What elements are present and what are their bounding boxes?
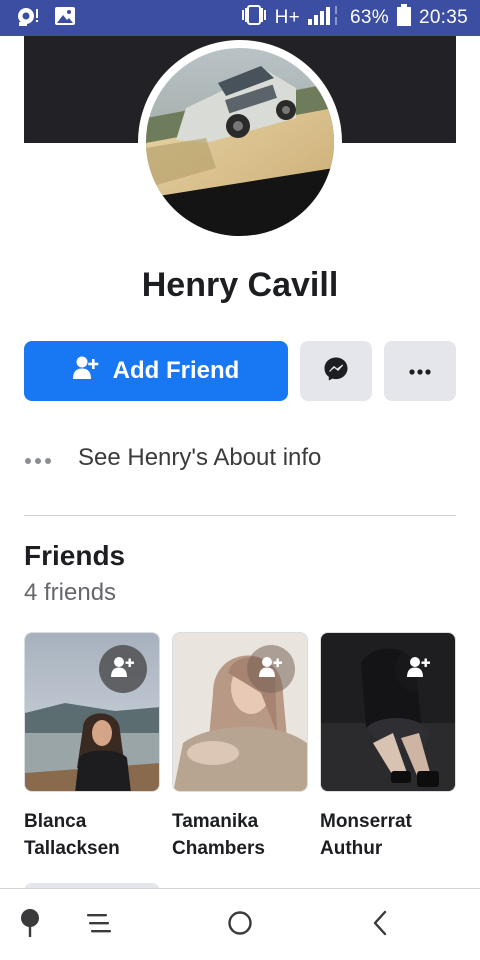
- friend-photo[interactable]: [320, 632, 456, 792]
- add-friend-label: Add Friend: [112, 357, 240, 384]
- clock: 20:35: [418, 7, 468, 28]
- about-info-label: See Henry's About info: [78, 444, 322, 471]
- gallery-icon: [54, 6, 76, 31]
- add-friend-icon: [111, 656, 135, 683]
- home-button[interactable]: [210, 889, 270, 960]
- battery-percent: 63%: [350, 7, 389, 28]
- profile-picture[interactable]: [146, 48, 334, 236]
- notification-icon: [16, 5, 40, 32]
- friend-name: Monserrat Authur: [320, 808, 456, 862]
- friend-name-line1: Monserrat: [320, 811, 412, 832]
- friend-name-line2: Authur: [320, 838, 383, 859]
- add-friend-icon: [259, 656, 283, 683]
- friend-add-button[interactable]: [247, 645, 295, 693]
- screen: H+ 63% 20:35 Henry Cavill Add Friend See…: [0, 0, 480, 960]
- add-friend-icon: [407, 656, 431, 683]
- back-button[interactable]: [350, 889, 410, 960]
- friend-card[interactable]: Tamanika Chambers: [172, 632, 308, 862]
- friend-add-button[interactable]: [99, 645, 147, 693]
- status-bar: H+ 63% 20:35: [0, 0, 480, 36]
- system-nav-bar: [0, 888, 480, 960]
- status-bar-left: [0, 5, 76, 32]
- network-type: H+: [274, 7, 301, 28]
- add-friend-icon: [72, 356, 99, 387]
- friend-name: Blanca Tallacksen: [24, 808, 160, 862]
- battery-icon: [396, 4, 411, 32]
- home-circle-icon: [227, 910, 253, 941]
- back-icon: [371, 910, 389, 941]
- friend-name-line1: Blanca: [24, 811, 87, 832]
- vibrate-icon: [241, 4, 267, 32]
- messenger-icon: [323, 356, 349, 387]
- friend-card[interactable]: Blanca Tallacksen: [24, 632, 160, 862]
- friend-add-button[interactable]: [395, 645, 443, 693]
- friend-photo[interactable]: [24, 632, 160, 792]
- message-button[interactable]: [300, 341, 372, 401]
- about-ellipsis-icon: [24, 445, 78, 471]
- pin-icon: [19, 908, 41, 943]
- profile-name: Henry Cavill: [141, 266, 339, 304]
- friend-card[interactable]: Monserrat Authur: [320, 632, 456, 862]
- friend-name: Tamanika Chambers: [172, 808, 308, 862]
- pin-button[interactable]: [0, 889, 60, 960]
- friends-count: 4 friends: [24, 579, 117, 606]
- add-friend-button[interactable]: Add Friend: [24, 341, 288, 401]
- friend-name-line2: Chambers: [172, 838, 265, 859]
- friend-name-line2: Tallacksen: [24, 838, 120, 859]
- signal-icon: [308, 4, 342, 32]
- status-bar-right: H+ 63% 20:35: [241, 0, 468, 36]
- menu-button[interactable]: [69, 889, 129, 960]
- friends-title[interactable]: Friends: [24, 540, 125, 572]
- menu-icon: [87, 913, 111, 938]
- see-about-info-link[interactable]: See Henry's About info: [24, 436, 456, 480]
- ellipsis-icon: [409, 362, 431, 380]
- friend-name-line1: Tamanika: [172, 811, 259, 832]
- more-options-button[interactable]: [384, 341, 456, 401]
- friend-photo[interactable]: [172, 632, 308, 792]
- section-divider: [24, 515, 456, 516]
